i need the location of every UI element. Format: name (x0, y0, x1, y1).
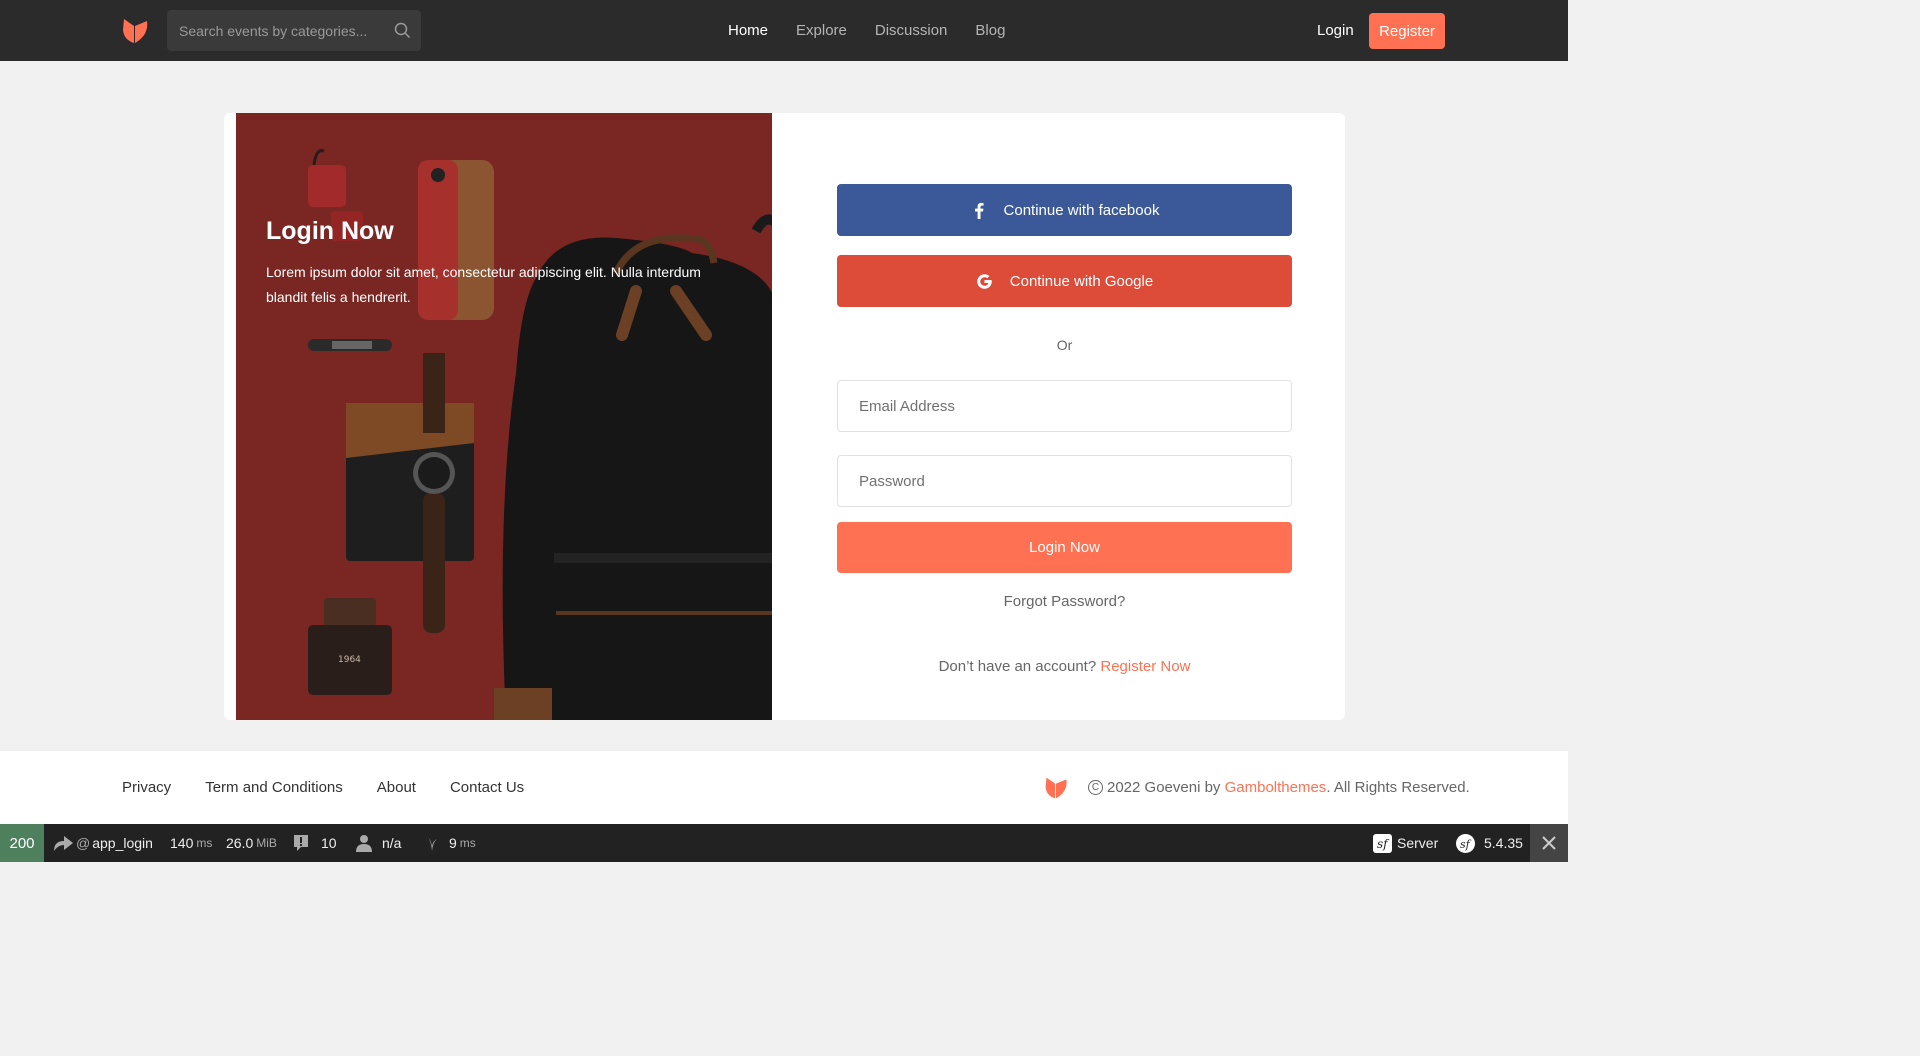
version-item[interactable]: sf 5.4.35 (1456, 824, 1523, 862)
symfony-icon: sf (1456, 833, 1475, 853)
hero-panel: 1964 Login Now Lorem ipsum dolor sit ame… (236, 113, 772, 720)
or-divider: Or (1056, 337, 1073, 353)
server-item[interactable]: sf Server (1373, 824, 1438, 862)
footer-link-terms[interactable]: Term and Conditions (205, 779, 343, 796)
logs-item[interactable]: 10 (293, 824, 337, 862)
hero-product-image: 1964 (236, 113, 772, 720)
copyright-suffix: . All Rights Reserved. (1326, 779, 1470, 796)
close-icon (1542, 836, 1556, 850)
nav-home[interactable]: Home (728, 22, 768, 39)
route-item[interactable]: @ app_login (52, 824, 153, 862)
logs-icon (294, 835, 308, 851)
user-item[interactable]: n/a (356, 824, 401, 862)
time-item[interactable]: 140 ms (170, 824, 212, 862)
no-account-text: Don’t have an account? (938, 658, 1097, 675)
logs-count: 10 (321, 835, 337, 851)
login-now-button[interactable]: Login Now (837, 522, 1292, 573)
debug-toolbar: 200 @ app_login 140 ms 26.0 MiB 10 n/a 9… (0, 824, 1568, 862)
email-field[interactable] (837, 380, 1292, 432)
nav-blog[interactable]: Blog (975, 22, 1005, 39)
route-prefix: @ (76, 835, 91, 851)
hero-description: Lorem ipsum dolor sit amet, consectetur … (266, 264, 701, 305)
render-unit: ms (459, 836, 476, 850)
footer: Privacy Term and Conditions About Contac… (0, 751, 1568, 824)
memory-item[interactable]: 26.0 MiB (226, 824, 277, 862)
copyright-icon: C (1088, 780, 1103, 795)
render-icon (427, 836, 437, 851)
memory-value: 26.0 (226, 835, 254, 851)
search-input[interactable] (167, 10, 382, 51)
facebook-login-button[interactable]: Continue with facebook (837, 184, 1292, 236)
footer-links: Privacy Term and Conditions About Contac… (122, 779, 558, 796)
top-navbar: Home Explore Discussion Blog Login Regis… (0, 0, 1568, 61)
nav-explore[interactable]: Explore (796, 22, 847, 39)
footer-link-contact[interactable]: Contact Us (450, 779, 524, 796)
symfony-icon: sf (1373, 833, 1392, 853)
search-box (167, 10, 421, 51)
close-toolbar-button[interactable] (1530, 824, 1568, 862)
svg-text:1964: 1964 (338, 655, 361, 665)
register-prompt: Don’t have an account? Register Now (837, 658, 1292, 675)
route-name: app_login (92, 835, 153, 851)
status-badge[interactable]: 200 (0, 824, 44, 862)
memory-unit: MiB (256, 836, 277, 850)
register-now-link[interactable]: Register Now (1100, 658, 1190, 675)
search-icon[interactable] (394, 22, 411, 39)
gambolthemes-link[interactable]: Gambolthemes (1225, 779, 1327, 796)
time-value: 140 (170, 835, 194, 851)
copyright-text: 2022 Goeveni by (1107, 779, 1221, 796)
main-nav: Home Explore Discussion Blog (728, 0, 1033, 61)
version-value: 5.4.35 (1484, 835, 1523, 851)
footer-link-about[interactable]: About (377, 779, 416, 796)
login-link[interactable]: Login (1317, 22, 1354, 39)
forgot-password-link[interactable]: Forgot Password? (837, 593, 1292, 610)
render-value: 9 (449, 835, 457, 851)
password-field[interactable] (837, 455, 1292, 507)
footer-link-privacy[interactable]: Privacy (122, 779, 171, 796)
copyright: C 2022 Goeveni by Gambolthemes. All Righ… (1088, 779, 1470, 796)
facebook-icon (970, 201, 988, 219)
login-card: 1964 Login Now Lorem ipsum dolor sit ame… (224, 113, 1345, 720)
route-icon (54, 836, 73, 851)
render-item[interactable]: 9 ms (425, 824, 476, 862)
facebook-label: Continue with facebook (1003, 201, 1160, 219)
google-login-button[interactable]: Continue with Google (837, 255, 1292, 307)
google-label: Continue with Google (1009, 272, 1154, 290)
logo-icon[interactable] (120, 16, 150, 46)
nav-discussion[interactable]: Discussion (875, 22, 948, 39)
time-unit: ms (196, 836, 213, 850)
logo-icon (1045, 777, 1067, 799)
user-icon (356, 835, 372, 852)
google-icon (976, 272, 994, 290)
user-value: n/a (382, 835, 402, 851)
hero-title: Login Now (266, 217, 394, 245)
register-button[interactable]: Register (1369, 13, 1445, 49)
server-label: Server (1397, 835, 1439, 851)
